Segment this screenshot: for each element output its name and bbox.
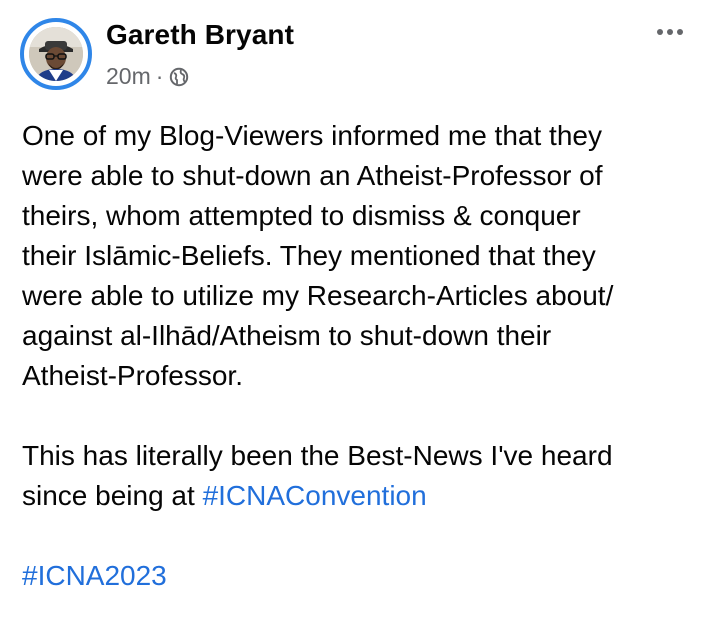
more-options-icon[interactable] bbox=[648, 16, 692, 48]
more-dot bbox=[677, 29, 683, 35]
post-paragraph-1: One of my Blog-Viewers informed me that … bbox=[22, 120, 614, 391]
post-meta: 20m · bbox=[106, 62, 189, 90]
post-paragraph-3: #ICNA2023 bbox=[22, 556, 702, 596]
author-avatar[interactable] bbox=[20, 18, 92, 90]
post-timestamp[interactable]: 20m bbox=[106, 63, 151, 90]
profile-photo bbox=[29, 27, 83, 81]
post-card: Gareth Bryant 20m · One of my Blog-Viewe… bbox=[0, 0, 720, 621]
post-body: One of my Blog-Viewers informed me that … bbox=[22, 116, 702, 596]
hashtag-icna2023-link[interactable]: #ICNA2023 bbox=[22, 560, 167, 591]
more-dot bbox=[657, 29, 663, 35]
post-header: Gareth Bryant 20m · bbox=[0, 0, 720, 100]
globe-icon[interactable] bbox=[169, 66, 189, 87]
meta-separator: · bbox=[155, 62, 164, 89]
post-paragraph-2-line-1: This has literally been the Best-News I'… bbox=[22, 440, 613, 471]
post-paragraph-2-line-2: since being at bbox=[22, 480, 203, 511]
post-paragraph-2: This has literally been the Best-News I'… bbox=[22, 436, 702, 516]
author-name[interactable]: Gareth Bryant bbox=[106, 19, 294, 51]
more-dot bbox=[667, 29, 673, 35]
hashtag-icnaconvention-link[interactable]: #ICNAConvention bbox=[203, 480, 427, 511]
profile-photo-image bbox=[29, 27, 83, 81]
